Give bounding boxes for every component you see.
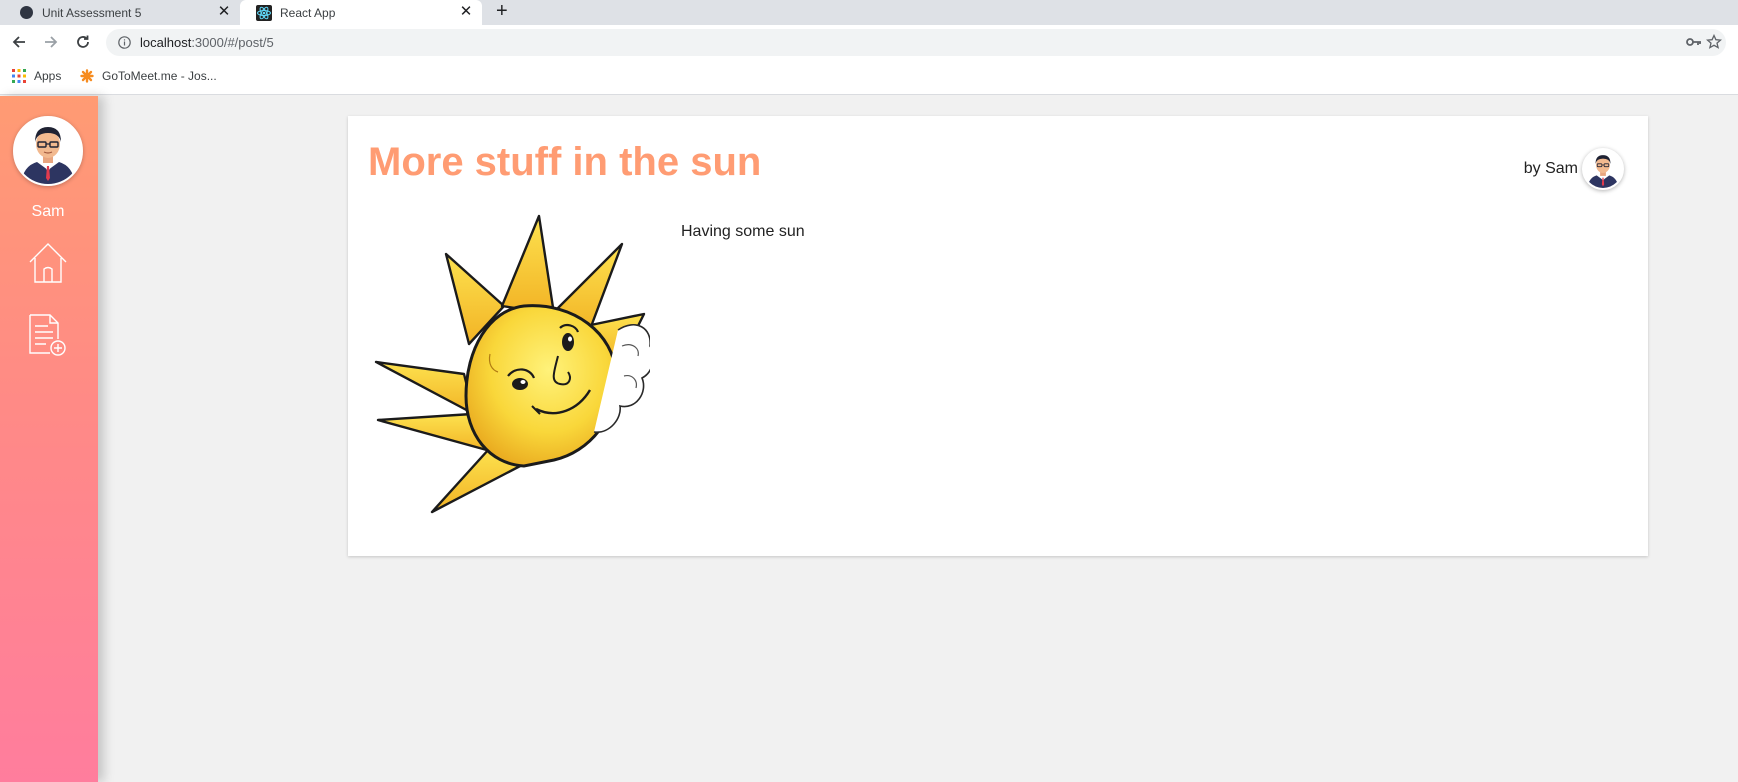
post-title: More stuff in the sun — [368, 140, 762, 184]
key-icon[interactable] — [1686, 35, 1702, 54]
reload-icon[interactable] — [72, 31, 94, 53]
sidebar: Sam — [0, 96, 98, 782]
author-avatar — [1582, 148, 1624, 190]
bookmark-apps[interactable]: Apps — [12, 69, 61, 83]
author-label: by Sam — [1523, 160, 1578, 177]
close-tab-icon[interactable]: ✕ — [459, 4, 473, 19]
sidebar-username: Sam — [31, 203, 65, 220]
star-icon[interactable] — [1705, 33, 1723, 55]
post-card: More stuff in the sun by Sam Having some… — [348, 116, 1648, 556]
browser-toolbar: localhost:3000/#/post/5 — [0, 25, 1738, 60]
bookmarks-bar: Apps GoToMeet.me - Jos... — [0, 60, 1738, 95]
bookmark-label: GoToMeet.me - Jos... — [102, 69, 217, 83]
home-icon[interactable] — [26, 240, 70, 284]
avatar[interactable] — [13, 116, 83, 186]
browser-tab-react-app[interactable]: React App ✕ — [240, 0, 482, 25]
back-arrow-icon[interactable] — [8, 31, 30, 53]
bookmark-gotomeet[interactable]: GoToMeet.me - Jos... — [80, 69, 217, 83]
bookmark-label: Apps — [34, 69, 62, 83]
forward-arrow-icon[interactable] — [40, 31, 62, 53]
tab-favicon-icon — [20, 6, 33, 19]
url-text[interactable]: localhost:3000/#/post/5 — [140, 35, 274, 50]
post-content: Having some sun — [681, 223, 805, 240]
apps-grid-icon — [12, 69, 26, 83]
gotomeet-icon — [80, 69, 94, 83]
browser-tab-bar: Unit Assessment 5 ✕ React App ✕ + — [0, 0, 1738, 25]
info-icon[interactable] — [118, 36, 131, 54]
new-post-icon[interactable] — [26, 313, 70, 357]
close-tab-icon[interactable]: ✕ — [217, 4, 231, 19]
react-favicon-icon — [256, 4, 272, 21]
browser-tab-unit-assessment[interactable]: Unit Assessment 5 ✕ — [0, 0, 240, 25]
tab-label: Unit Assessment 5 — [42, 5, 142, 20]
post-image — [374, 214, 655, 514]
address-bar[interactable]: localhost:3000/#/post/5 — [106, 29, 1726, 56]
plus-icon[interactable]: + — [496, 1, 508, 21]
post-author: by Sam — [1524, 148, 1624, 190]
tab-label: React App — [280, 5, 336, 20]
